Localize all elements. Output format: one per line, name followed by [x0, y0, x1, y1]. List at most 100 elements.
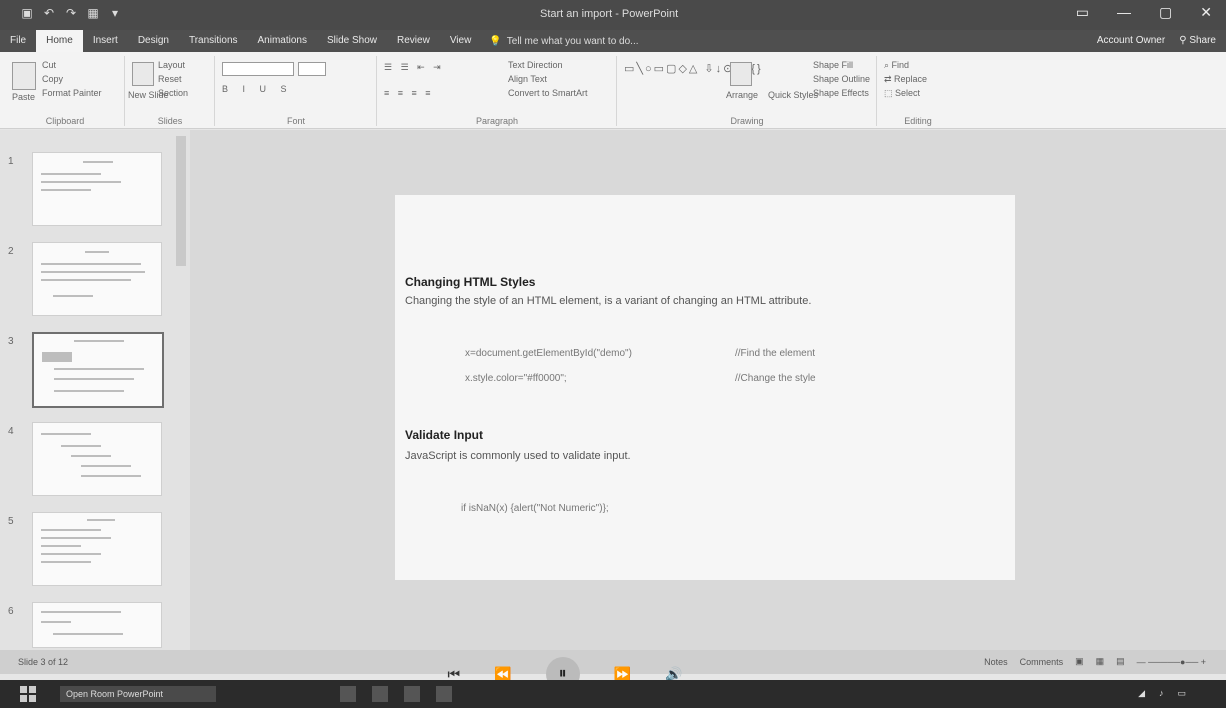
new-slide-icon[interactable] [132, 62, 154, 86]
thumb-number: 4 [8, 426, 14, 437]
tab-home[interactable]: Home [36, 30, 83, 52]
shape-effects-button[interactable]: Shape Effects [813, 88, 869, 98]
section-button[interactable]: Section [158, 88, 188, 98]
redo-icon[interactable]: ↷ [64, 6, 78, 20]
shape-outline-button[interactable]: Shape Outline [813, 74, 870, 84]
format-painter-button[interactable]: Format Painter [42, 88, 102, 98]
minimize-icon[interactable]: — [1117, 4, 1131, 21]
tab-file[interactable]: File [0, 30, 36, 52]
tell-me-text: Tell me what you want to do... [506, 35, 639, 47]
text-direction-button[interactable]: Text Direction [508, 60, 563, 70]
slide-thumbnail[interactable] [32, 242, 162, 316]
current-slide[interactable]: Changing HTML Styles Changing the style … [395, 195, 1015, 580]
arrange-icon[interactable] [730, 62, 752, 86]
font-size-field[interactable] [298, 62, 326, 76]
select-button[interactable]: ⬚ Select [884, 88, 920, 99]
thumb-number: 5 [8, 516, 14, 527]
align-buttons[interactable]: ≡ ≡ ≡ ≡ [384, 88, 434, 98]
copy-button[interactable]: Copy [42, 74, 63, 84]
group-editing: ⌕ Find ⇄ Replace ⬚ Select Editing [878, 56, 958, 126]
font-name-field[interactable] [222, 62, 294, 76]
explorer-icon[interactable] [404, 686, 420, 702]
select-label: Select [895, 88, 921, 98]
list-buttons[interactable]: ☰ ☰ ⇤ ⇥ [384, 62, 444, 73]
arrange-button[interactable]: Arrange [726, 90, 758, 100]
slide-thumbnail[interactable] [32, 602, 162, 648]
reading-view-icon[interactable]: ▤ [1116, 656, 1125, 667]
slide-heading-changing-styles: Changing HTML Styles [405, 275, 536, 289]
network-icon[interactable]: ◢ [1138, 688, 1145, 699]
ribbon-display-icon[interactable]: ▭ [1076, 4, 1089, 21]
comments-button[interactable]: Comments [1020, 657, 1064, 667]
code-comment-change: //Change the style [735, 373, 816, 384]
volume-tray-icon[interactable]: ♪ [1159, 688, 1164, 699]
account-name[interactable]: Account Owner [1097, 35, 1165, 46]
customize-qat-icon[interactable]: ▾ [108, 6, 122, 20]
slide-thumbnail[interactable] [32, 152, 162, 226]
paste-icon[interactable] [12, 62, 36, 90]
thumb-number: 6 [8, 606, 14, 617]
search-icon[interactable] [340, 686, 356, 702]
tab-view[interactable]: View [440, 30, 482, 52]
slide-thumbnail[interactable] [32, 422, 162, 496]
ribbon-tabs: File Home Insert Design Transitions Anim… [0, 30, 1226, 52]
find-label: Find [891, 60, 910, 70]
group-clipboard: Paste Cut Copy Format Painter Clipboard [6, 56, 125, 126]
start-from-beginning-icon[interactable]: ▦ [86, 6, 100, 20]
slide-heading-validate: Validate Input [405, 428, 484, 442]
font-format-buttons[interactable]: B I U S [222, 84, 293, 94]
thumbnail-scrollbar[interactable] [176, 136, 186, 266]
smartart-button[interactable]: Convert to SmartArt [508, 88, 588, 98]
reset-button[interactable]: Reset [158, 74, 182, 84]
maximize-icon[interactable]: ▢ [1159, 4, 1172, 21]
tab-transitions[interactable]: Transitions [179, 30, 248, 52]
taskbar-pinned-icons [340, 686, 452, 702]
thumb-number: 3 [8, 336, 14, 347]
slide-thumbnail-pane: 1 2 3 4 5 6 [0, 130, 190, 650]
shape-fill-button[interactable]: Shape Fill [813, 60, 853, 70]
task-view-icon[interactable] [372, 686, 388, 702]
tab-slide-show[interactable]: Slide Show [317, 30, 387, 52]
code-comment-find: //Find the element [735, 348, 816, 359]
zoom-slider[interactable]: — ─────●── + [1137, 657, 1206, 667]
taskbar: Open Room PowerPoint ◢ ♪ ▭ [0, 680, 1226, 708]
notes-button[interactable]: Notes [984, 657, 1008, 667]
tab-review[interactable]: Review [387, 30, 440, 52]
find-button[interactable]: ⌕ Find [884, 60, 909, 71]
undo-icon[interactable]: ↶ [42, 6, 56, 20]
tab-insert[interactable]: Insert [83, 30, 128, 52]
slide-thumbnail[interactable] [32, 512, 162, 586]
close-icon[interactable]: ✕ [1200, 4, 1212, 21]
group-label-editing: Editing [904, 116, 932, 126]
cut-button[interactable]: Cut [42, 60, 56, 70]
account-area: Account Owner ⚲ Share [1097, 35, 1216, 46]
slide-thumbnail-selected[interactable] [32, 332, 164, 408]
status-right: Notes Comments ▣ ▦ ▤ — ─────●── + [984, 656, 1206, 667]
paste-button[interactable]: Paste [12, 92, 35, 102]
align-text-button[interactable]: Align Text [508, 74, 547, 84]
battery-icon[interactable]: ▭ [1177, 688, 1186, 699]
tab-design[interactable]: Design [128, 30, 179, 52]
group-drawing: ▭╲○▭▢◇△ ⇩↓⊙ ☆{} Arrange Quick Styles Sha… [618, 56, 877, 126]
windows-start-icon[interactable] [20, 686, 36, 702]
slide-paragraph-1: Changing the style of an HTML element, i… [405, 295, 812, 307]
save-icon[interactable]: ▣ [20, 6, 34, 20]
layout-button[interactable]: Layout [158, 60, 185, 70]
share-label: Share [1189, 35, 1216, 46]
group-font: B I U S Font [216, 56, 377, 126]
tab-animations[interactable]: Animations [248, 30, 317, 52]
powerpoint-icon[interactable] [436, 686, 452, 702]
slide-sorter-icon[interactable]: ▦ [1096, 656, 1105, 667]
group-label-clipboard: Clipboard [45, 116, 85, 126]
slide-counter: Slide 3 of 12 [18, 657, 69, 667]
code-line-style-color: x.style.color="#ff0000"; [465, 373, 567, 384]
tell-me-box[interactable]: 💡 Tell me what you want to do... [489, 36, 638, 47]
code-line-isnan: if isNaN(x) {alert("Not Numeric")}; [461, 503, 609, 514]
replace-button[interactable]: ⇄ Replace [884, 74, 927, 85]
normal-view-icon[interactable]: ▣ [1075, 656, 1084, 667]
share-button[interactable]: ⚲ Share [1179, 35, 1216, 46]
quick-styles-button[interactable]: Quick Styles [768, 90, 818, 100]
thumb-number: 2 [8, 246, 14, 257]
taskbar-app-item[interactable]: Open Room PowerPoint [60, 686, 216, 702]
window-controls: ▭ — ▢ ✕ [1076, 4, 1212, 21]
